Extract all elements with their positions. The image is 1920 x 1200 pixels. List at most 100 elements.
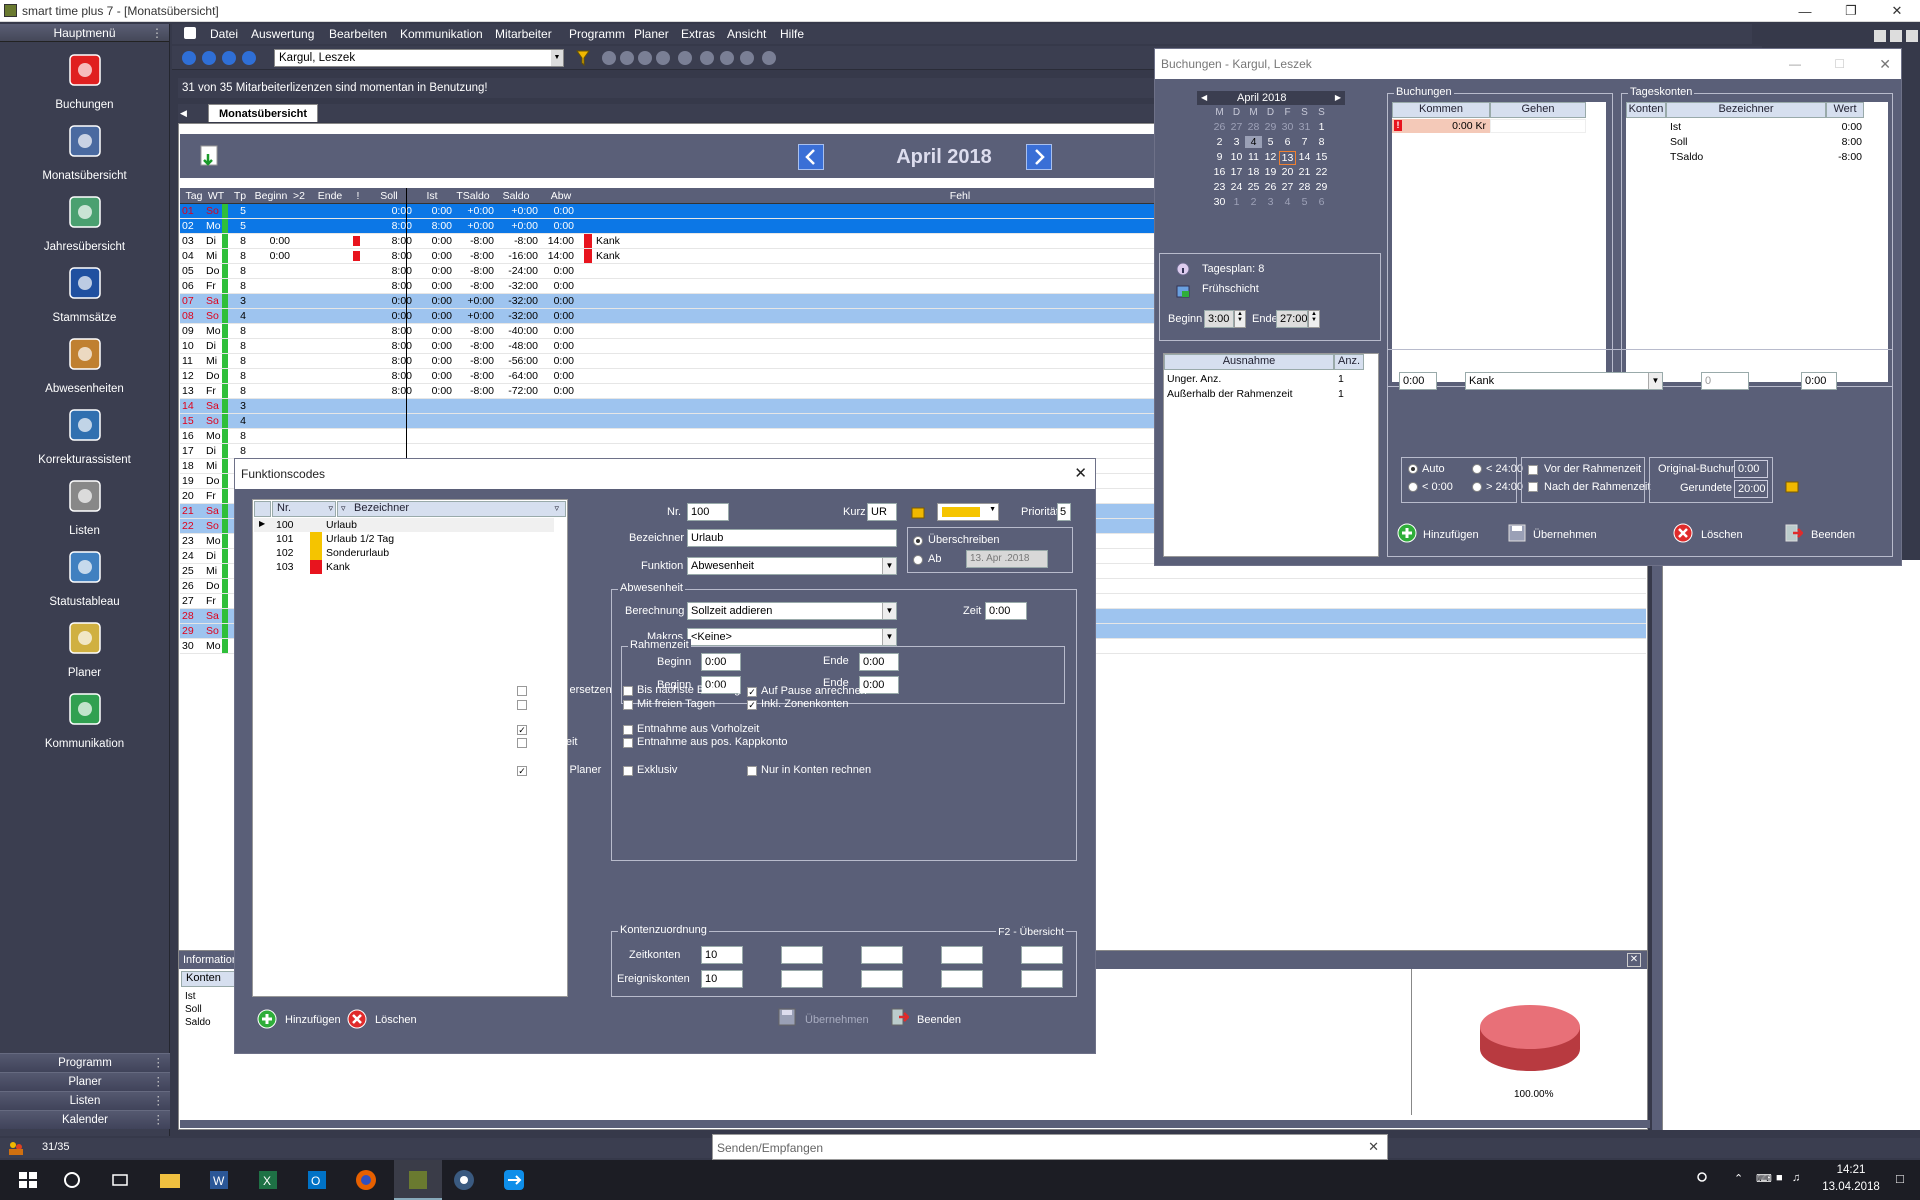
zeitkonten-input-3[interactable] xyxy=(861,946,903,964)
calendar-day[interactable]: 27 xyxy=(1279,181,1296,193)
toolbar-tool-7-icon[interactable] xyxy=(720,51,734,65)
smart-time-icon[interactable] xyxy=(404,1166,432,1194)
filter-icon[interactable] xyxy=(576,50,590,66)
calendar-day[interactable]: 24 xyxy=(1228,181,1245,193)
menu-planer[interactable]: Planer xyxy=(634,27,669,41)
booking-zeit-input[interactable]: 0:00 xyxy=(1399,372,1437,390)
chevron-down-icon[interactable]: ▼ xyxy=(882,558,896,574)
bu-delete-button[interactable]: Löschen xyxy=(1701,529,1743,541)
sidebar-item-listen[interactable]: Listen xyxy=(0,468,169,539)
bu-end-button[interactable]: Beenden xyxy=(1811,529,1855,541)
ereignis-input-3[interactable] xyxy=(861,970,903,988)
close-icon[interactable]: ✕ xyxy=(1879,49,1891,79)
calendar-day[interactable]: 31 xyxy=(1296,121,1313,133)
calendar-day[interactable]: 4 xyxy=(1245,136,1262,148)
calendar-day[interactable]: 6 xyxy=(1279,136,1296,148)
list-header-bezeichner[interactable]: ▿ Bezeichner ▿ xyxy=(337,501,566,517)
mdi-minimize-icon[interactable] xyxy=(1874,30,1886,42)
calendar-day[interactable]: 4 xyxy=(1279,196,1296,208)
main-scrollbar[interactable] xyxy=(180,1120,1650,1128)
checkbox-9[interactable] xyxy=(623,738,633,748)
sidebar-item-buchungen[interactable]: Buchungen xyxy=(0,42,169,113)
keyboard-icon[interactable]: ⌨ xyxy=(1756,1172,1772,1185)
calendar-day[interactable]: 15 xyxy=(1313,151,1330,163)
gehen-cell[interactable] xyxy=(1490,119,1586,133)
calendar-day[interactable]: 5 xyxy=(1262,136,1279,148)
calendar-day[interactable]: 9 xyxy=(1211,151,1228,163)
maximize-icon[interactable]: ☐ xyxy=(1834,49,1845,79)
calendar-day[interactable]: 19 xyxy=(1262,166,1279,178)
column-header-4[interactable]: >2 xyxy=(290,190,308,202)
calendar-day[interactable]: 30 xyxy=(1279,121,1296,133)
berechnung-select[interactable]: Sollzeit addieren ▼ xyxy=(687,602,897,620)
previous-record-icon[interactable] xyxy=(202,51,216,65)
minimize-icon[interactable]: — xyxy=(1789,49,1801,79)
sidebar-nav-options-icon[interactable]: ⋮ xyxy=(153,1092,165,1111)
column-header-3[interactable]: Beginn xyxy=(252,190,290,202)
calendar-day[interactable]: 22 xyxy=(1313,166,1330,178)
calendar-day[interactable]: 7 xyxy=(1296,136,1313,148)
calendar-day[interactable]: 11 xyxy=(1245,151,1262,163)
gt24-radio[interactable] xyxy=(1472,482,1482,492)
sidebar-nav-options-icon[interactable]: ⋮ xyxy=(153,1073,165,1092)
overwrite-radio[interactable] xyxy=(913,536,923,546)
tab-scroll-left-icon[interactable]: ◀ xyxy=(180,108,187,119)
column-header-5[interactable]: Ende xyxy=(308,190,352,202)
ereignis-input-2[interactable] xyxy=(781,970,823,988)
sidebar-nav-programm[interactable]: Programm ⋮ xyxy=(0,1053,170,1072)
zeitkonten-input-5[interactable] xyxy=(1021,946,1063,964)
ereignis-input-5[interactable] xyxy=(1021,970,1063,988)
checkbox-0[interactable] xyxy=(517,686,527,696)
tp-ende-spinner[interactable]: ▲ ▼ xyxy=(1308,310,1320,328)
flag-icon[interactable] xyxy=(353,251,360,261)
menu-bearbeiten[interactable]: Bearbeiten xyxy=(329,27,387,41)
filter-icon[interactable]: ▿ xyxy=(554,503,559,514)
firefox-icon[interactable] xyxy=(352,1166,380,1194)
filter-icon[interactable]: ▿ xyxy=(328,503,333,514)
checkbox-8[interactable] xyxy=(623,725,633,735)
calendar-day[interactable]: 26 xyxy=(1211,121,1228,133)
bu-add-button[interactable]: Hinzufügen xyxy=(1423,529,1479,541)
sidebar-nav-kalender[interactable]: Kalender ⋮ xyxy=(0,1110,170,1129)
sidebar-item-korrekturassistent[interactable]: Korrekturassistent xyxy=(0,397,169,468)
menu-hilfe[interactable]: Hilfe xyxy=(780,27,804,41)
chevron-down-icon[interactable]: ▼ xyxy=(551,50,563,66)
menu-auswertung[interactable]: Auswertung xyxy=(251,27,314,41)
checkbox-2[interactable] xyxy=(623,686,633,696)
auto-radio[interactable] xyxy=(1408,464,1418,474)
zeit-input[interactable]: 0:00 xyxy=(985,602,1027,620)
calendar-day[interactable]: 29 xyxy=(1313,181,1330,193)
checkbox-4[interactable]: ✓ xyxy=(747,687,757,697)
beginn1-input[interactable]: 0:00 xyxy=(701,653,741,671)
search-icon[interactable] xyxy=(58,1166,86,1194)
ereignis-input-1[interactable]: 10 xyxy=(701,970,743,988)
mdi-restore-icon[interactable] xyxy=(1890,30,1902,42)
maximize-button[interactable]: ❐ xyxy=(1828,0,1874,22)
checkbox-7[interactable] xyxy=(517,738,527,748)
ab-date-input[interactable]: 13. Apr .2018 xyxy=(966,550,1048,568)
column-header-12[interactable]: Fehl xyxy=(940,190,980,202)
sidebar-item-jahresübersicht[interactable]: Jahresübersicht xyxy=(0,184,169,255)
flag-icon[interactable] xyxy=(353,236,360,246)
chevron-down-icon[interactable]: ▼ xyxy=(882,629,896,645)
folder-icon[interactable] xyxy=(911,505,925,519)
menu-ansicht[interactable]: Ansicht xyxy=(727,27,766,41)
close-button[interactable]: ✕ xyxy=(1874,0,1920,22)
app-menu-icon[interactable] xyxy=(184,27,196,39)
toolbar-tool-1-icon[interactable] xyxy=(602,51,616,65)
outlook-icon[interactable]: O xyxy=(303,1166,331,1194)
volume-icon[interactable]: ♫ xyxy=(1792,1172,1800,1184)
lt24-radio[interactable] xyxy=(1472,464,1482,474)
clock-date[interactable]: 13.04.2018 xyxy=(1806,1181,1896,1193)
column-header-11[interactable]: Abw xyxy=(538,190,584,202)
vor-rahmenzeit-checkbox[interactable] xyxy=(1528,465,1538,475)
sidebar-item-kommunikation[interactable]: Kommunikation xyxy=(0,681,169,752)
calendar-day[interactable]: 18 xyxy=(1245,166,1262,178)
calendar-day[interactable]: 12 xyxy=(1262,151,1279,163)
toolbar-tool-4-icon[interactable] xyxy=(656,51,670,65)
calendar-day[interactable]: 10 xyxy=(1228,151,1245,163)
funktion-select[interactable]: Abwesenheit ▼ xyxy=(687,557,897,575)
calendar-day[interactable]: 16 xyxy=(1211,166,1228,178)
kurz-input[interactable]: UR xyxy=(867,503,897,521)
sidebar-item-monatsübersicht[interactable]: Monatsübersicht xyxy=(0,113,169,184)
